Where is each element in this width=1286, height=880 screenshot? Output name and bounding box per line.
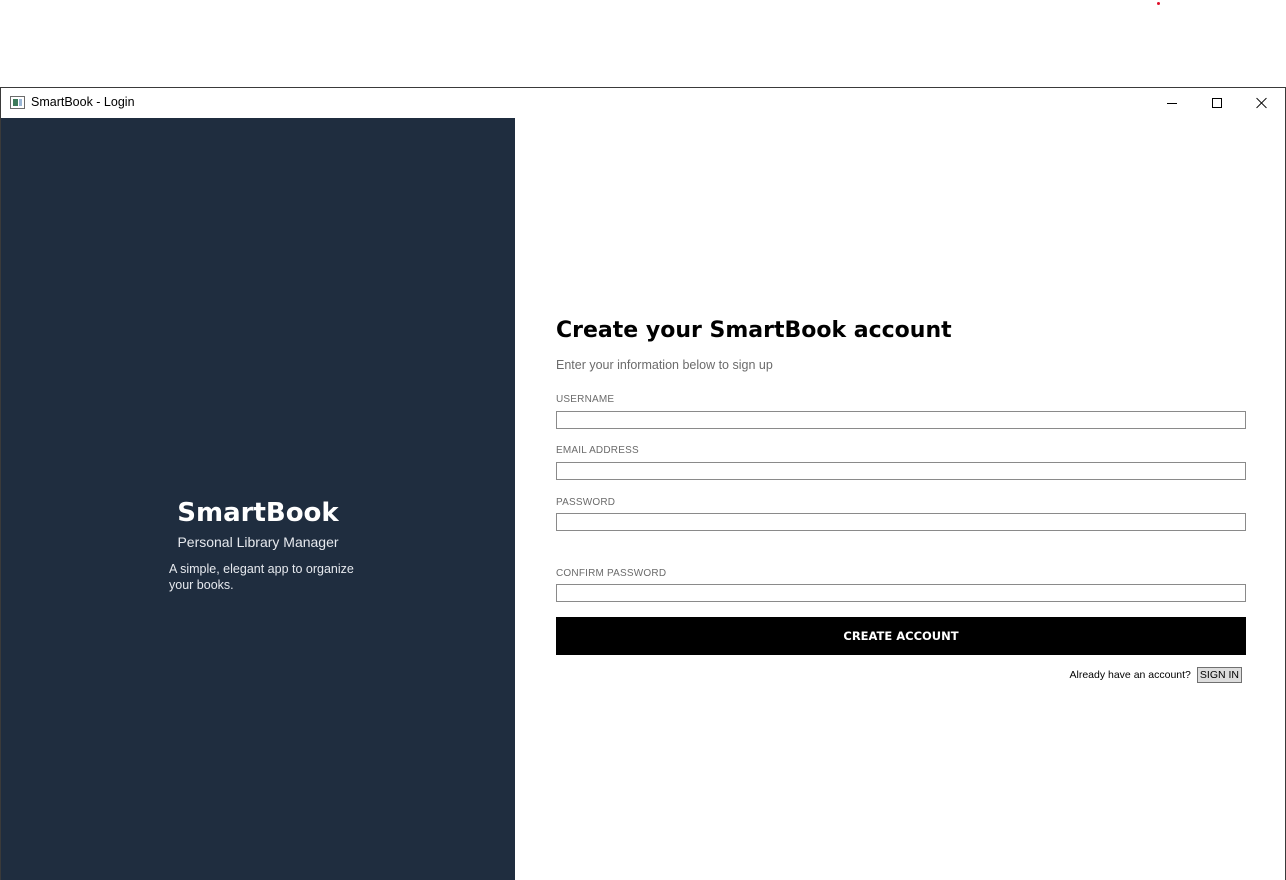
minimize-icon [1167, 102, 1177, 104]
email-label: EMAIL ADDRESS [556, 445, 639, 456]
brand-tagline: Personal Library Manager [177, 534, 339, 550]
signin-prompt: Already have an account? [1069, 669, 1191, 681]
signin-row: Already have an account? SIGN IN [556, 666, 1242, 684]
cursor-dot [1157, 2, 1160, 5]
password-label: PASSWORD [556, 497, 616, 508]
form-heading: Create your SmartBook account [556, 318, 952, 343]
brand-description: A simple, elegant app to organize your b… [169, 562, 354, 592]
email-input[interactable] [556, 462, 1246, 480]
window-title: SmartBook - Login [31, 95, 135, 109]
create-account-button[interactable]: CREATE ACCOUNT [556, 617, 1246, 655]
username-input[interactable] [556, 411, 1246, 429]
minimize-button[interactable] [1149, 88, 1195, 118]
brand-name: SmartBook [177, 498, 339, 528]
sign-in-button[interactable]: SIGN IN [1196, 667, 1242, 683]
close-button[interactable] [1239, 88, 1285, 118]
close-icon [1256, 97, 1268, 109]
desktop-background [0, 0, 1286, 87]
confirm-password-input[interactable] [556, 584, 1246, 602]
signup-form: Create your SmartBook account Enter your… [515, 118, 1285, 880]
maximize-icon [1212, 98, 1222, 108]
maximize-button[interactable] [1194, 88, 1240, 118]
confirm-password-label: CONFIRM PASSWORD [556, 568, 667, 579]
app-window-icon [10, 96, 25, 109]
app-window: SmartBook - Login SmartBook Personal Lib… [0, 87, 1286, 880]
title-bar[interactable]: SmartBook - Login [1, 88, 1285, 118]
username-label: USERNAME [556, 394, 615, 405]
brand-panel: SmartBook Personal Library Manager A sim… [1, 118, 515, 880]
form-subheading: Enter your information below to sign up [556, 358, 773, 372]
password-input[interactable] [556, 513, 1246, 531]
